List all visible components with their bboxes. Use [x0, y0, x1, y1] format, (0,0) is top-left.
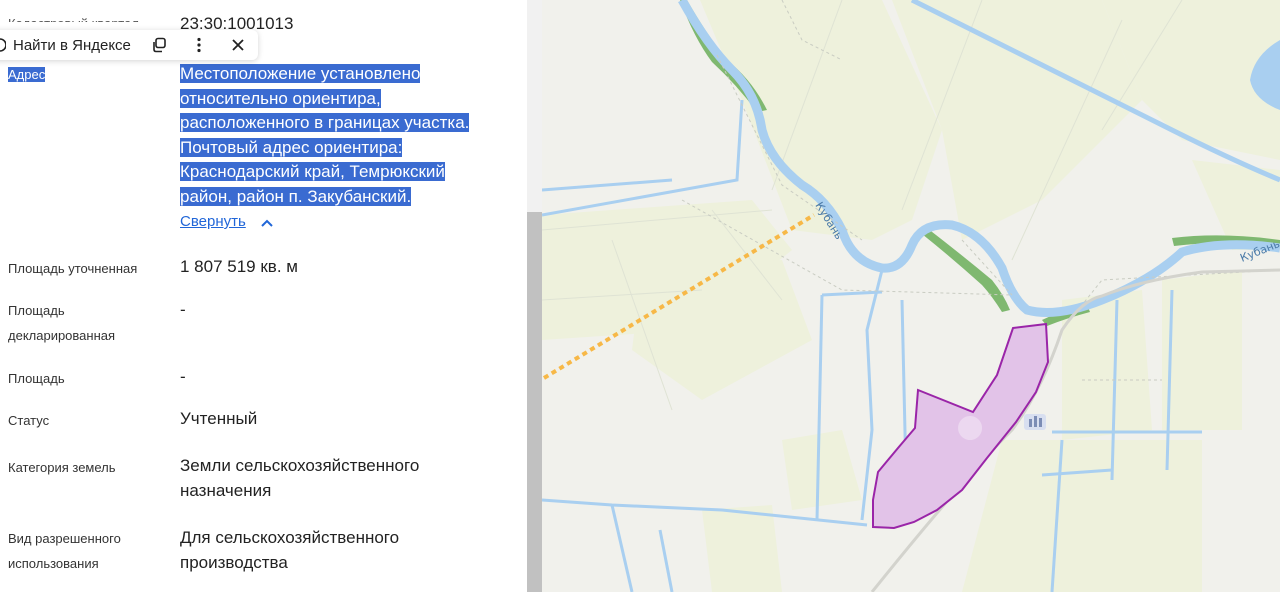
yandex-search-icon	[0, 38, 6, 52]
copy-icon	[153, 37, 166, 53]
cadastral-label: Кадастровый квартал	[8, 16, 139, 31]
address-line: относительно ориентира,	[180, 88, 381, 108]
more-options-button[interactable]	[197, 37, 201, 53]
details-panel: Кадастровый квартал 23:30:1001013 Адрес …	[0, 0, 527, 592]
address-line: Местоположение установлено	[180, 64, 421, 83]
address-line: Краснодарский край, Темрюкский	[180, 162, 445, 181]
field-label: Площадь	[8, 371, 65, 386]
field-value: 1 807 519 кв. м	[180, 257, 298, 276]
address-line: расположенного в границах участка.	[180, 113, 470, 132]
close-icon	[232, 39, 244, 51]
field-label: Вид разрешенного использования	[8, 531, 121, 571]
address-label: Адрес	[8, 67, 46, 82]
chevron-up-icon[interactable]	[260, 217, 274, 229]
field-value: Земли сельскохозяйственного назначения	[180, 456, 420, 500]
riverbank-vegetation	[922, 228, 1010, 312]
copy-button[interactable]	[151, 37, 167, 53]
find-in-yandex-button[interactable]: Найти в Яндексе	[0, 37, 131, 54]
panel-scrollbar-thumb[interactable]	[527, 212, 542, 592]
field-value: -	[180, 300, 186, 319]
address-line: район, район п. Закубанский.	[180, 186, 412, 206]
field-label: Площадь декларированная	[8, 303, 116, 343]
map-canvas[interactable]: Кубань Кубань	[541, 0, 1280, 593]
field-value: Учтенный	[180, 409, 258, 428]
collapse-link[interactable]: Свернуть	[180, 213, 246, 230]
address-value: Местоположение установлено относительно …	[180, 62, 515, 209]
building-icon	[1024, 414, 1046, 430]
address-line: Почтовый адрес ориентира:	[180, 137, 403, 157]
close-popup-button[interactable]	[231, 38, 245, 52]
field-label: Площадь уточненная	[8, 261, 138, 276]
field-value: -	[180, 367, 186, 386]
selection-popup: Найти в Яндексе	[0, 30, 258, 60]
map-view[interactable]: Кубань Кубань	[541, 0, 1280, 593]
more-vert-icon	[197, 37, 201, 53]
field-label: Статус	[8, 413, 50, 428]
field-label: Категория земель	[8, 460, 116, 475]
field-value: Для сельскохозяйственного производства	[180, 528, 400, 572]
